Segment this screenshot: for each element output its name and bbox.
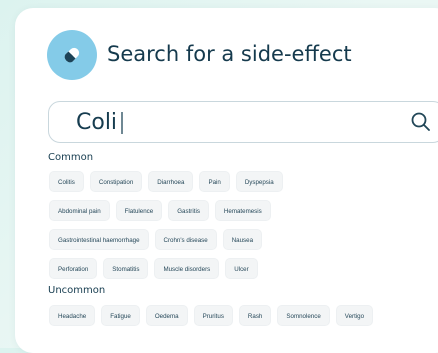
common-chip-row: Perforation Stomatitis Muscle disorders … (49, 258, 258, 279)
chip-gastritis[interactable]: Gastritis (168, 200, 209, 221)
chip-oedema[interactable]: Oedema (145, 305, 188, 326)
section-title-uncommon: Uncommon (48, 285, 106, 296)
common-chip-row: Abdominal pain Flatulence Gastritis Hema… (49, 200, 271, 221)
chip-abdominal-pain[interactable]: Abdominal pain (49, 200, 110, 221)
chip-fatigue[interactable]: Fatigue (101, 305, 140, 326)
chip-dyspepsia[interactable]: Dyspepsia (235, 171, 283, 192)
page-title: Search for a side-effect (107, 42, 352, 66)
chip-hematemesis[interactable]: Hematemesis (214, 200, 271, 221)
pill-icon-graphic (64, 47, 80, 63)
search-input[interactable]: Coli (48, 101, 438, 143)
search-icon[interactable] (410, 111, 432, 133)
chip-colitis[interactable]: Colitis (49, 171, 84, 192)
chip-gastrointestinal-haemorrhage[interactable]: Gastrointestinal haemorrhage (49, 229, 149, 250)
chip-diarrhoea[interactable]: Diarrhoea (148, 171, 194, 192)
chip-headache[interactable]: Headache (49, 305, 96, 326)
chip-flatulence[interactable]: Flatulence (115, 200, 163, 221)
uncommon-chip-row: Headache Fatigue Oedema Pruritus Rash So… (49, 305, 374, 326)
search-icon-graphic (411, 112, 430, 131)
chip-pain[interactable]: Pain (199, 171, 230, 192)
chip-nausea[interactable]: Nausea (222, 229, 263, 250)
chip-pruritus[interactable]: Pruritus (193, 305, 233, 326)
chip-rash[interactable]: Rash (238, 305, 272, 326)
pill-icon (47, 30, 97, 80)
search-card: Search for a side-effect Coli Common Col… (15, 8, 438, 353)
chip-somnolence[interactable]: Somnolence (277, 305, 330, 326)
search-text: Coli (76, 110, 118, 135)
chip-crohns-disease[interactable]: Crohn's disease (154, 229, 217, 250)
section-title-common: Common (48, 152, 94, 163)
chip-ulcer[interactable]: Ulcer (225, 258, 258, 279)
chip-perforation[interactable]: Perforation (49, 258, 98, 279)
chip-muscle-disorders[interactable]: Muscle disorders (154, 258, 220, 279)
search-query[interactable]: Coli (76, 109, 124, 137)
common-chip-row: Colitis Constipation Diarrhoea Pain Dysp… (49, 171, 283, 192)
chip-stomatitis[interactable]: Stomatitis (103, 258, 149, 279)
chip-constipation[interactable]: Constipation (89, 171, 143, 192)
chip-vertigo[interactable]: Vertigo (335, 305, 374, 326)
text-caret (121, 112, 124, 134)
common-chip-row: Gastrointestinal haemorrhage Crohn's dis… (49, 229, 263, 250)
